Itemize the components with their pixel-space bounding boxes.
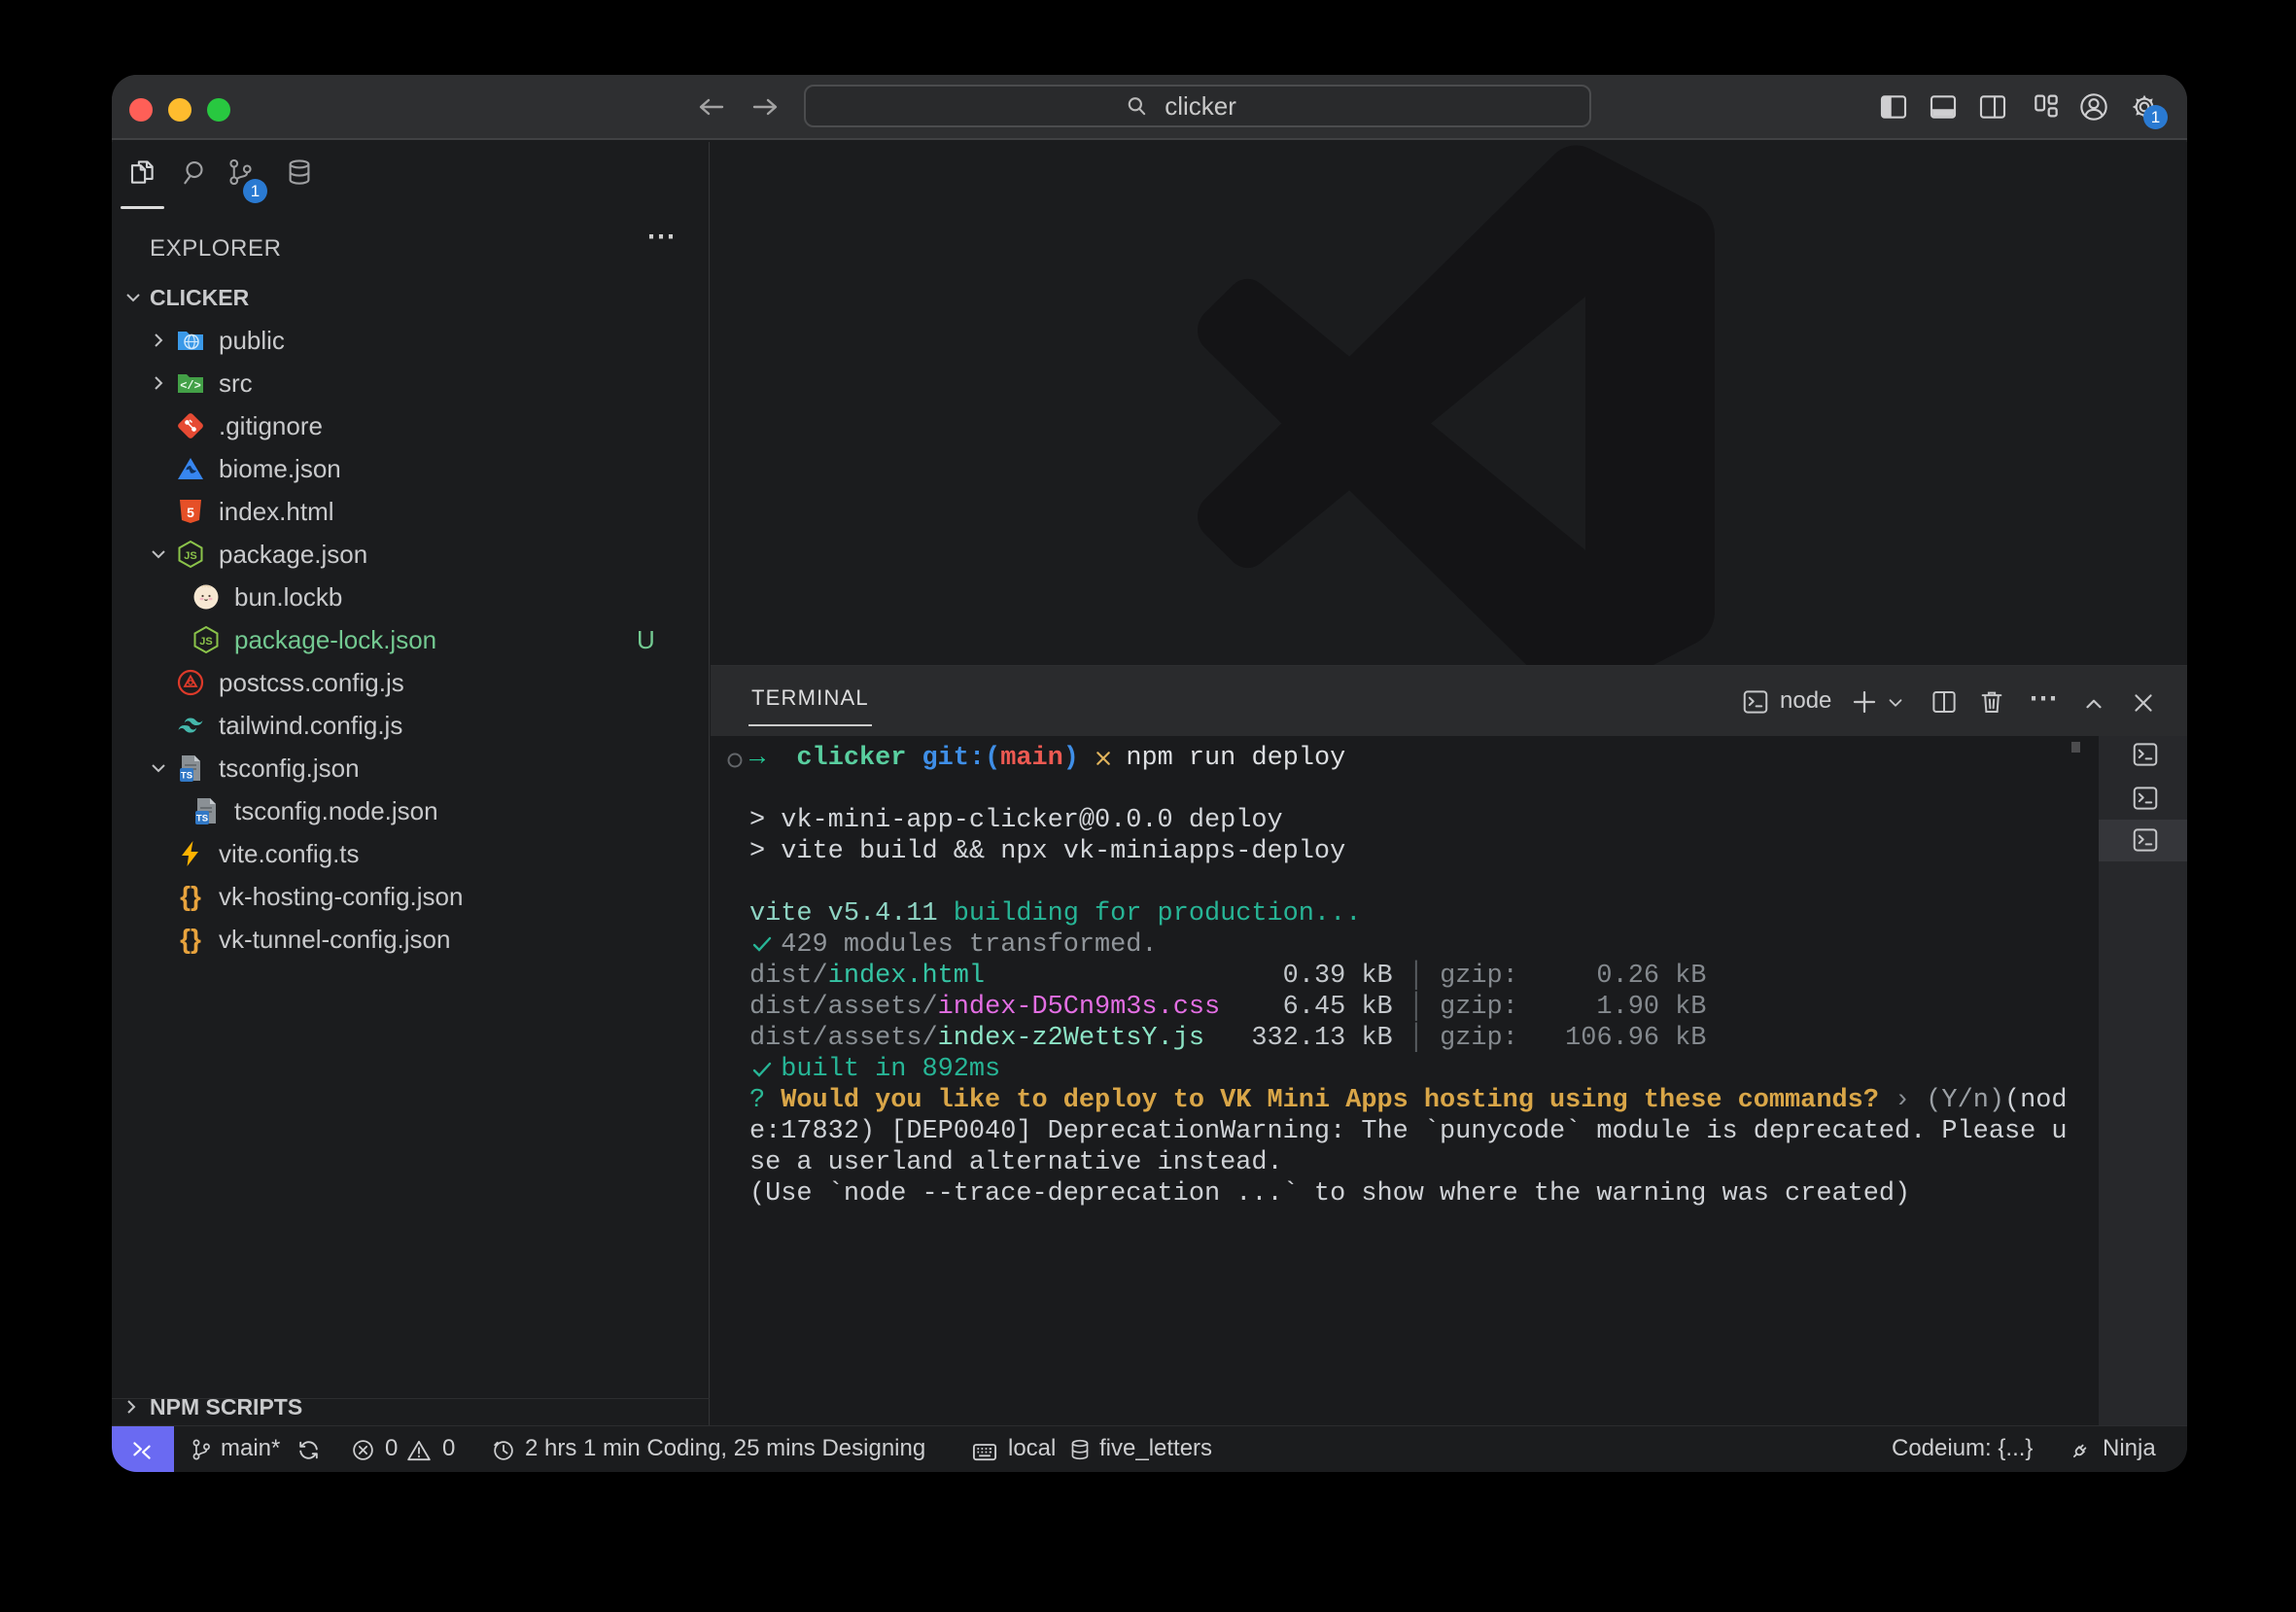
svg-text:</>: </> — [180, 379, 201, 393]
svg-text:JS: JS — [199, 636, 212, 648]
svg-text:5: 5 — [187, 505, 194, 520]
svg-text:TS: TS — [181, 771, 192, 782]
svg-text:TS: TS — [196, 814, 208, 824]
svg-text:JS: JS — [184, 550, 196, 562]
